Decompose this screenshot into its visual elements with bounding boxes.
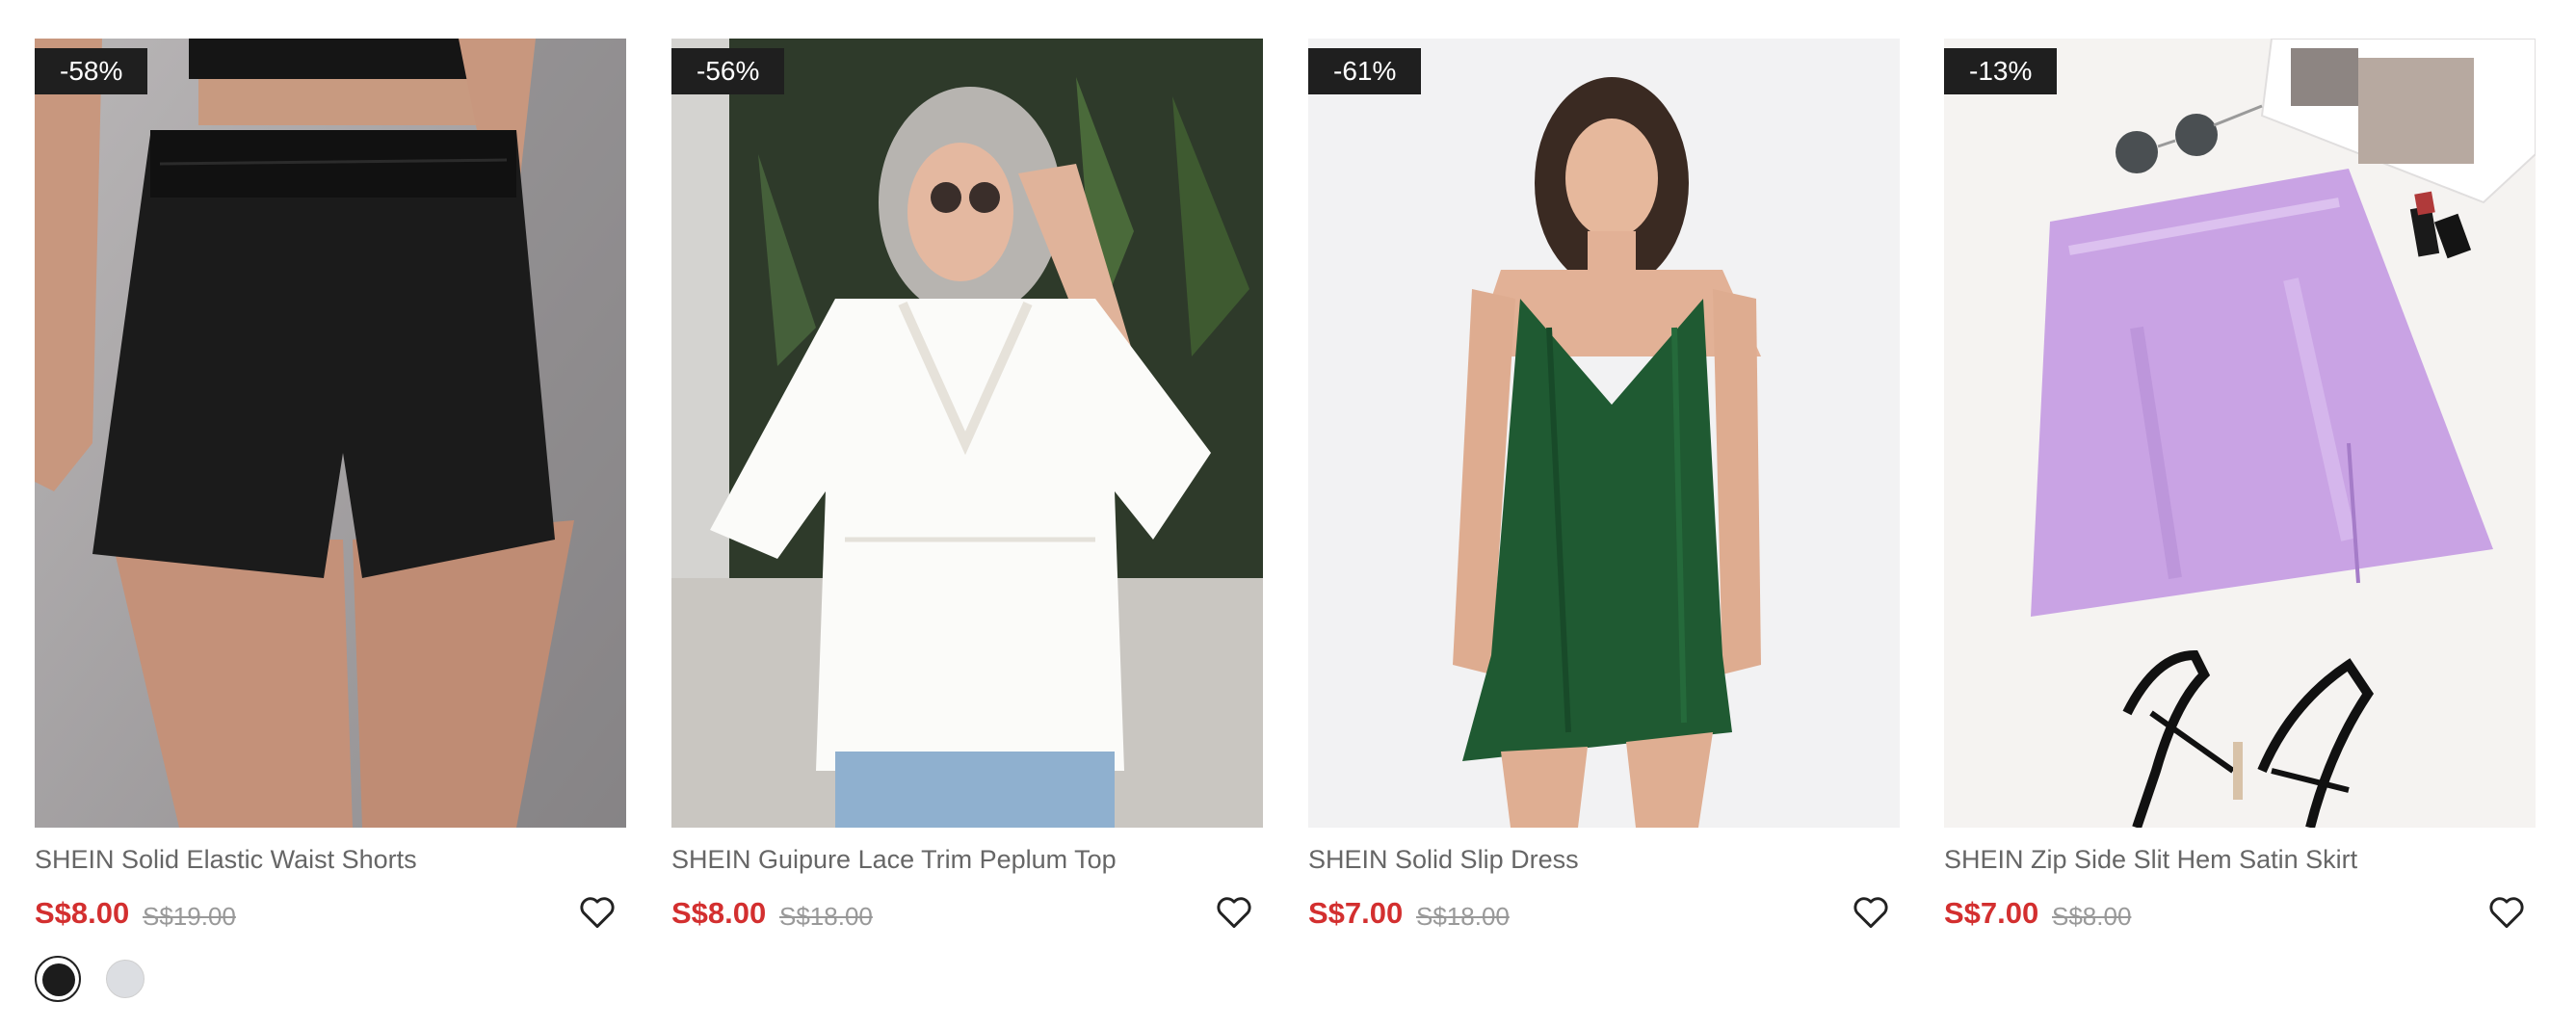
product-title[interactable]: SHEIN Solid Slip Dress xyxy=(1308,845,1886,875)
product-title[interactable]: SHEIN Guipure Lace Trim Peplum Top xyxy=(671,845,1249,875)
lilac-satin-skirt-photo xyxy=(1944,39,2536,828)
product-card[interactable]: -61% SHEIN Solid Slip Dress S$7.00 S$18.… xyxy=(1308,39,1900,1002)
discount-badge: -56% xyxy=(671,48,785,94)
price-row: S$8.00 S$18.00 xyxy=(671,890,1263,938)
green-slip-dress-photo xyxy=(1308,39,1900,828)
original-price: S$19.00 xyxy=(143,902,236,931)
sale-price: S$7.00 xyxy=(1944,896,2039,930)
product-card[interactable]: -13% SHEIN Zip Side Slit Hem Satin Skirt… xyxy=(1944,39,2536,1002)
heart-icon[interactable] xyxy=(576,890,618,933)
color-swatch-black[interactable] xyxy=(35,956,81,1002)
heart-icon[interactable] xyxy=(1213,890,1255,933)
sale-price: S$8.00 xyxy=(35,896,130,930)
product-grid: -58% SHEIN Solid Elastic Waist Shorts S$… xyxy=(35,39,2539,1002)
product-title[interactable]: SHEIN Solid Elastic Waist Shorts xyxy=(35,845,613,875)
product-image[interactable]: -58% xyxy=(35,39,626,828)
sale-price: S$7.00 xyxy=(1308,896,1404,930)
heart-icon[interactable] xyxy=(2485,890,2528,933)
product-title[interactable]: SHEIN Zip Side Slit Hem Satin Skirt xyxy=(1944,845,2522,875)
price-row: S$8.00 S$19.00 xyxy=(35,890,626,938)
sale-price: S$8.00 xyxy=(671,896,767,930)
product-image[interactable]: -13% xyxy=(1944,39,2536,828)
price-row: S$7.00 S$18.00 xyxy=(1308,890,1900,938)
discount-badge: -61% xyxy=(1308,48,1422,94)
original-price: S$8.00 xyxy=(2052,902,2132,931)
black-shorts-photo xyxy=(35,39,626,828)
original-price: S$18.00 xyxy=(1416,902,1510,931)
heart-icon[interactable] xyxy=(1850,890,1892,933)
product-card[interactable]: -58% SHEIN Solid Elastic Waist Shorts S$… xyxy=(35,39,626,1002)
color-swatch-grey[interactable] xyxy=(102,956,148,1002)
discount-badge: -58% xyxy=(35,48,148,94)
discount-badge: -13% xyxy=(1944,48,2058,94)
product-card[interactable]: -56% SHEIN Guipure Lace Trim Peplum Top … xyxy=(671,39,1263,1002)
price-row: S$7.00 S$8.00 xyxy=(1944,890,2536,938)
product-image[interactable]: -56% xyxy=(671,39,1263,828)
white-peplum-top-photo xyxy=(671,39,1263,828)
original-price: S$18.00 xyxy=(779,902,873,931)
product-image[interactable]: -61% xyxy=(1308,39,1900,828)
